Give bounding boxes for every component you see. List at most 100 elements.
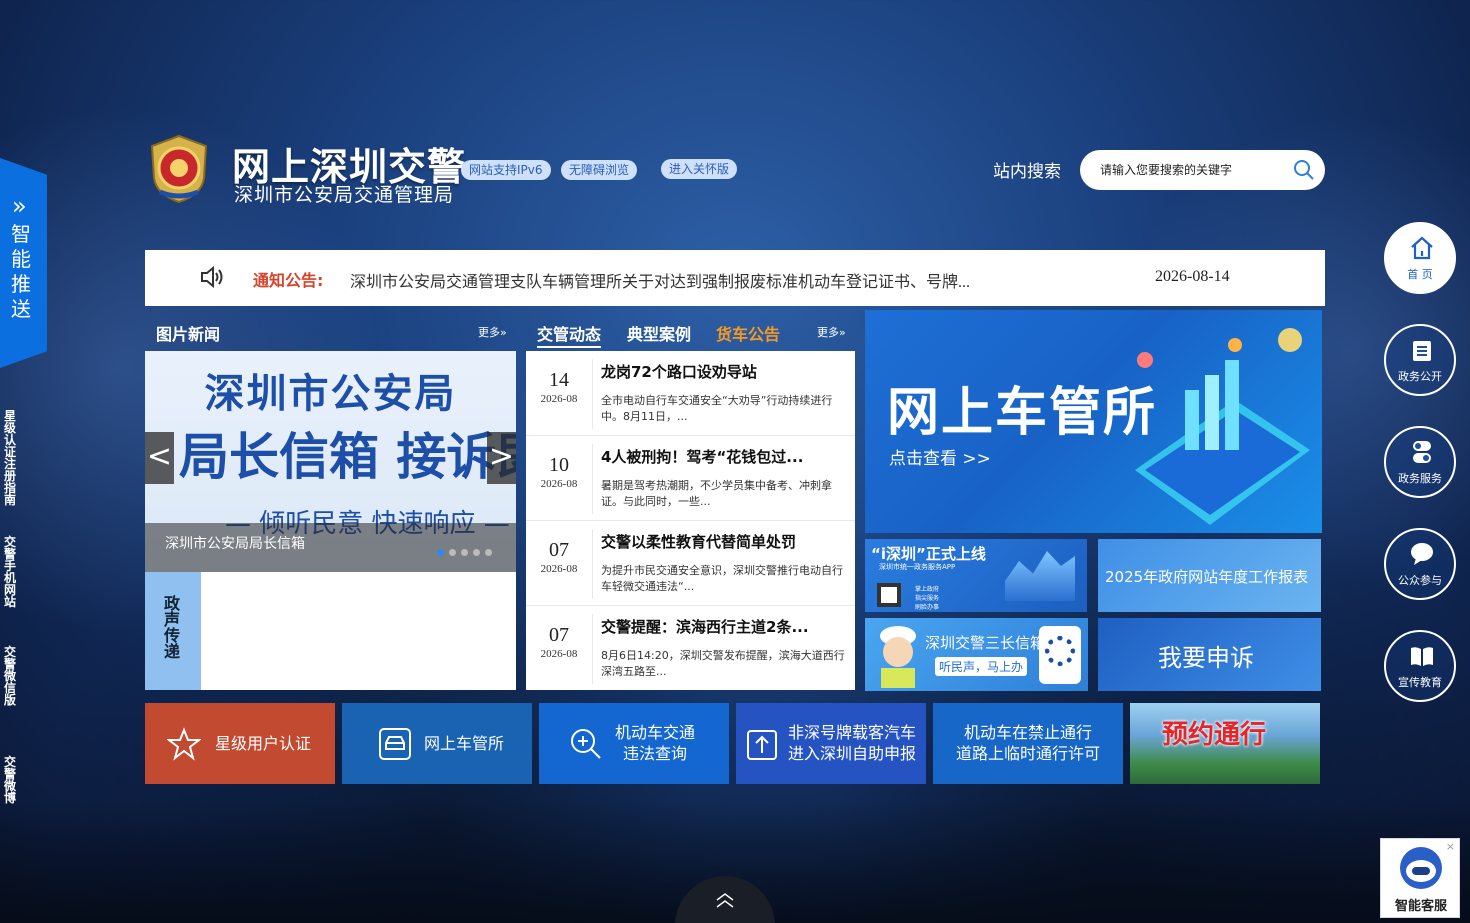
divider — [592, 359, 593, 429]
speaker-icon — [201, 265, 223, 289]
search-icon[interactable] — [1293, 159, 1315, 181]
tile-items: 掌上政府 指尖服务 刷脸办事 — [915, 586, 940, 611]
banner-title: 网上车管所 — [887, 383, 1158, 443]
notice-link[interactable]: 深圳市公安局交通管理支队车辆管理所关于对达到强制报废标准机动车登记证书、号牌..… — [350, 268, 970, 292]
nav-publicity-education[interactable]: 宣传教育 — [1384, 630, 1456, 702]
notice-bar: 通知公告: 深圳市公安局交通管理支队车辆管理所关于对达到强制报废标准机动车登记证… — [145, 250, 1325, 306]
document-list-icon — [1413, 341, 1431, 361]
three-heads-mailbox-tile[interactable]: 深圳交警三长信箱 听民声，马上办 — [865, 618, 1088, 691]
car-icon — [379, 728, 411, 760]
reservation-pass-button[interactable]: 预约通行 — [1130, 703, 1320, 784]
city-illustration-icon — [1005, 551, 1075, 601]
slide-dots[interactable] — [437, 541, 497, 560]
notice-date: 2026-08-14 — [1155, 268, 1230, 285]
news-month: 2026-08 — [540, 648, 578, 660]
notice-label: 通知公告: — [253, 271, 324, 290]
button-label: 机动车交通 违法查询 — [615, 723, 696, 763]
tile-title: “i深圳”正式上线 — [871, 545, 986, 563]
police-emblem-icon[interactable] — [146, 134, 212, 204]
news-desc: 暑期是驾考热潮期，不少学员集中备考、冲刺拿证。与此同时，一些... — [601, 479, 832, 508]
smart-push-label: 智能推送 — [11, 222, 31, 321]
qr-code-icon — [1039, 626, 1081, 684]
slide-caption-text[interactable]: 深圳市公安局局长信箱 — [165, 533, 305, 553]
zhengsheng-panel: 政声传递 — [145, 572, 516, 690]
nav-label: 政务公开 — [1398, 370, 1442, 383]
slide-prev-button[interactable]: < — [145, 432, 174, 484]
care-mode-button[interactable]: 进入关怀版 — [661, 159, 738, 179]
search-input[interactable] — [1100, 160, 1290, 180]
zhengsheng-label: 政声传递 — [164, 594, 181, 661]
news-desc: 8月6日14:20，深圳交警发布提醒，滨海大道西行深湾五路至... — [601, 649, 845, 678]
divider — [592, 529, 593, 599]
slide-next-button[interactable]: > — [487, 432, 516, 484]
smart-customer-service-widget[interactable]: × 智能客服 — [1380, 838, 1460, 918]
news-title[interactable]: 龙岗72个路口设劝导站 — [601, 361, 757, 382]
picture-news-more-link[interactable]: 更多» — [478, 324, 507, 340]
book-icon — [1411, 647, 1433, 666]
zhengsheng-tag: 政声传递 — [145, 572, 201, 690]
appeal-tile[interactable]: 我要申诉 — [1098, 618, 1321, 691]
toggle-icon — [1413, 441, 1431, 463]
double-chevron-up-icon — [716, 893, 734, 908]
news-day: 07 — [549, 539, 569, 561]
upload-icon — [747, 730, 777, 760]
side-link-star-guide[interactable]: 星级认证注册指南 — [4, 410, 18, 506]
news-title[interactable]: 交警提醒：滨海西行主道2条... — [601, 616, 809, 637]
tab-traffic-news[interactable]: 交管动态 — [537, 321, 602, 348]
tab-truck-notices[interactable]: 货车公告 — [716, 321, 780, 345]
slide-headline: 深圳市公安局 — [204, 371, 457, 417]
accessibility-button[interactable]: 无障碍浏览 — [561, 160, 638, 180]
button-label: 预约通行 — [1162, 720, 1267, 750]
picture-news-slider[interactable]: 深圳市公安局 局长信箱 接诉即办 — 倾听民意 快速响应 — 深圳市公安局局长信… — [145, 351, 516, 573]
nav-label: 政务服务 — [1398, 472, 1442, 485]
tile-subtitle: 听民声，马上办 — [935, 657, 1028, 676]
tile-title: 我要申诉 — [1158, 644, 1254, 672]
magnifier-plus-icon — [571, 729, 601, 759]
smart-push-tab[interactable]: » 智能推送 — [0, 158, 47, 368]
side-link-weibo[interactable]: 交警微博 — [4, 756, 18, 804]
non-sz-plate-declare-button[interactable]: 非深号牌载客汽车 进入深圳自助申报 — [736, 703, 926, 784]
traffic-news-more-link[interactable]: 更多» — [817, 324, 846, 340]
news-desc: 全市电动自行车交通安全“大劝导”行动持续进行中。8月11日，... — [601, 394, 833, 423]
qr-code-icon — [877, 583, 901, 607]
divider — [592, 444, 593, 514]
divider — [592, 614, 593, 684]
list-item[interactable]: 10 2026-08 4人被刑拘！驾考“花钱包过... 暑期是驾考热潮期，不少学… — [526, 436, 855, 521]
news-title[interactable]: 交警以柔性教育代替简单处罚 — [601, 531, 796, 552]
double-chevron-right-icon: » — [12, 192, 27, 220]
nav-label: 公众参与 — [1398, 574, 1442, 587]
annual-report-tile[interactable]: 2025年政府网站年度工作报表 — [1098, 539, 1321, 612]
tile-subtitle: 深圳市统一政务服务APP — [879, 563, 956, 571]
button-label: 网上车管所 — [424, 734, 505, 753]
slide-caption: 深圳市公安局局长信箱 — [145, 523, 516, 573]
tab-typical-cases[interactable]: 典型案例 — [627, 321, 691, 345]
online-vehicle-office-banner[interactable]: 网上车管所 点击查看 >> — [865, 310, 1322, 533]
news-title[interactable]: 4人被刑拘！驾考“花钱包过... — [601, 446, 803, 467]
temp-pass-permit-button[interactable]: 机动车在禁止通行 道路上临时通行许可 — [933, 703, 1123, 784]
home-icon — [1411, 236, 1433, 260]
list-item[interactable]: 07 2026-08 交警提醒：滨海西行主道2条... 8月6日14:20，深圳… — [526, 606, 855, 691]
ipv6-badge[interactable]: 网站支持IPv6 — [461, 160, 551, 180]
i-shenzhen-tile[interactable]: “i深圳”正式上线 深圳市统一政务服务APP 掌上政府 指尖服务 刷脸办事 — [865, 539, 1087, 612]
side-link-wechat[interactable]: 交警微信版 — [4, 646, 18, 706]
star-user-auth-button[interactable]: 星级用户认证 — [145, 703, 335, 784]
nav-home[interactable]: 首 页 — [1384, 222, 1456, 294]
kefu-label: 智能客服 — [1394, 899, 1447, 914]
online-vehicle-office-button[interactable]: 网上车管所 — [342, 703, 532, 784]
list-item[interactable]: 07 2026-08 交警以柔性教育代替简单处罚 为提升市民交通安全意识，深圳交… — [526, 521, 855, 606]
traffic-news-list: 14 2026-08 龙岗72个路口设劝导站 全市电动自行车交通安全“大劝导”行… — [526, 351, 855, 690]
search-label: 站内搜索 — [993, 162, 1061, 182]
side-link-mobile-site[interactable]: 交警手机网站 — [4, 536, 18, 608]
tile-title: 2025年政府网站年度工作报表 — [1105, 568, 1309, 586]
list-item[interactable]: 14 2026-08 龙岗72个路口设劝导站 全市电动自行车交通安全“大劝导”行… — [526, 351, 855, 436]
nav-gov-services[interactable]: 政务服务 — [1384, 426, 1456, 498]
news-month: 2026-08 — [540, 563, 578, 575]
close-icon[interactable]: × — [1446, 840, 1455, 853]
news-day: 10 — [549, 454, 569, 476]
banner-link[interactable]: 点击查看 >> — [889, 444, 991, 469]
nav-gov-affairs-open[interactable]: 政务公开 — [1384, 324, 1456, 396]
news-desc: 为提升市民交通安全意识，深圳交警推行电动自行车轻微交通违法“... — [601, 564, 843, 593]
nav-public-participation[interactable]: 公众参与 — [1384, 528, 1456, 600]
violation-query-button[interactable]: 机动车交通 违法查询 — [539, 703, 729, 784]
robot-icon — [1400, 847, 1442, 889]
